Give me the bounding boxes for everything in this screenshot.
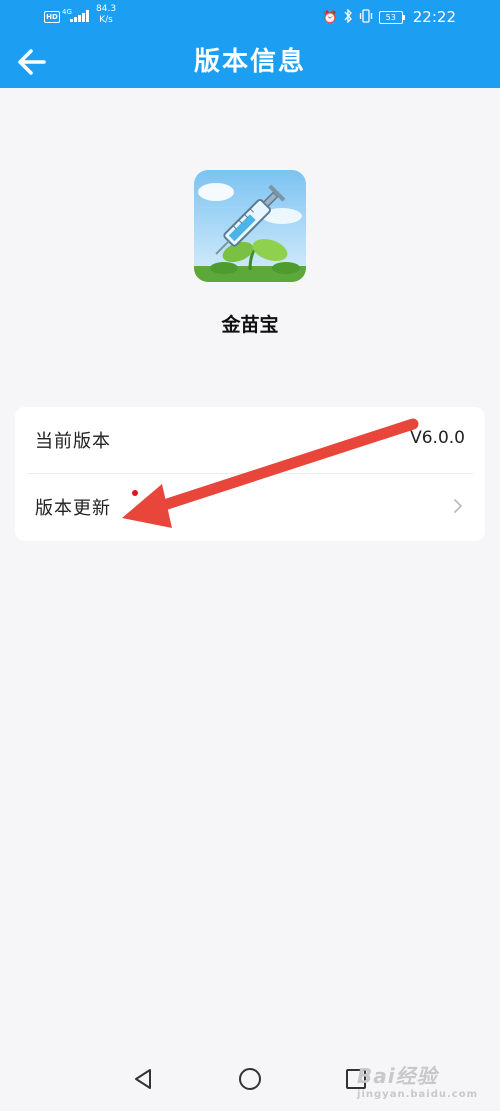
vibrate-icon (359, 8, 373, 26)
status-bar: HD 4G 84.3 K/s ⏰ 53 22:22 (0, 0, 500, 34)
top-bar: HD 4G 84.3 K/s ⏰ 53 22:22 版本信息 (0, 0, 500, 88)
version-update-label: 版本更新 (35, 490, 138, 520)
annotation-arrow (122, 418, 419, 528)
version-card: 当前版本 V6.0.0 版本更新 (15, 407, 485, 541)
network-speed: 84.3 K/s (96, 4, 117, 25)
alarm-icon: ⏰ (322, 10, 338, 24)
current-version-row: 当前版本 V6.0.0 (15, 407, 485, 473)
system-home-button[interactable] (235, 1064, 265, 1094)
bluetooth-icon (344, 7, 353, 26)
page-title: 版本信息 (193, 47, 306, 77)
syringe-seedling-icon (194, 170, 306, 282)
circle-home-icon (239, 1068, 261, 1090)
current-version-value: V6.0.0 (410, 428, 465, 448)
version-update-row[interactable]: 版本更新 (15, 474, 485, 540)
app-icon (194, 170, 306, 282)
signal-icon (70, 10, 90, 22)
update-badge (132, 490, 138, 496)
clock: 22:22 (412, 8, 456, 26)
triangle-back-icon (135, 1069, 151, 1089)
system-back-button[interactable] (128, 1064, 158, 1094)
chevron-right-icon (454, 499, 462, 513)
app-name: 金苗宝 (221, 314, 279, 336)
battery-icon: 53 (378, 10, 405, 24)
current-version-label: 当前版本 (35, 431, 111, 452)
watermark: Bai经验 jingyan.baidu.com (357, 1064, 478, 1100)
hd-badge: HD (44, 11, 60, 23)
